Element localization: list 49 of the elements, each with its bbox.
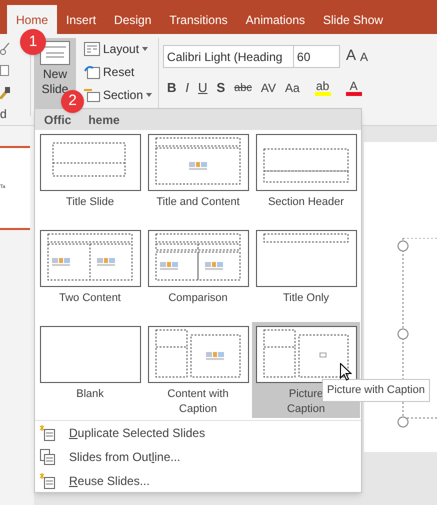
- slides-icon: [39, 425, 55, 441]
- brush-icon[interactable]: [0, 87, 10, 99]
- font-size-field[interactable]: 60: [294, 45, 340, 68]
- slide-icon: [40, 41, 70, 65]
- section-icon: [84, 88, 100, 102]
- ribbon-tab[interactable]: Design: [105, 5, 160, 34]
- cursor-icon: [340, 363, 352, 381]
- menu-item[interactable]: Duplicate Selected Slides: [35, 421, 361, 445]
- tooltip: Picture with Caption: [322, 379, 430, 402]
- reset-icon: [84, 64, 100, 78]
- layout-option[interactable]: Title and Content: [144, 130, 252, 226]
- format-button[interactable]: I: [185, 78, 190, 98]
- ribbon-tab[interactable]: Transitions: [160, 5, 237, 34]
- layout-option[interactable]: Section Header: [252, 130, 360, 226]
- ribbon-button[interactable]: Reset: [84, 62, 152, 81]
- ribbon-tab[interactable]: Animations: [236, 5, 314, 34]
- layout-option[interactable]: Two Content: [36, 226, 144, 322]
- ribbon-tab[interactable]: Home: [7, 5, 58, 34]
- ribbon-tab[interactable]: Slide Show: [314, 5, 392, 34]
- layout-option[interactable]: Title Slide: [36, 130, 144, 226]
- format-button[interactable]: AV: [260, 78, 276, 97]
- format-button[interactable]: B: [167, 78, 176, 98]
- slides-icon: [39, 473, 55, 489]
- menu-item[interactable]: Slides from Outline...: [35, 445, 361, 469]
- format-button[interactable]: abc: [234, 80, 252, 96]
- scissors-icon[interactable]: [0, 42, 10, 56]
- copy-icon[interactable]: [0, 65, 12, 77]
- font-name-field[interactable]: Calibri Light (Heading: [163, 45, 294, 68]
- caret-icon: [146, 92, 152, 96]
- font-color-button[interactable]: A: [346, 80, 362, 96]
- layout-icon: [84, 42, 100, 56]
- slides-icon: [39, 449, 55, 465]
- format-button[interactable]: U: [198, 78, 208, 98]
- gallery-header: Offic heme: [35, 109, 361, 130]
- ribbon-button[interactable]: Section: [84, 85, 152, 104]
- layout-option[interactable]: Comparison: [144, 226, 252, 322]
- menu-item[interactable]: Reuse Slides...: [35, 469, 361, 493]
- ribbon-button[interactable]: Layout: [84, 39, 152, 58]
- layout-option[interactable]: Title Only: [252, 226, 360, 322]
- highlight-button[interactable]: ab: [314, 80, 331, 96]
- layout-option[interactable]: Blank: [36, 322, 144, 418]
- ribbon-tab[interactable]: Insert: [57, 5, 106, 34]
- format-button[interactable]: S: [216, 78, 226, 98]
- caret-icon: [142, 46, 148, 50]
- format-button[interactable]: Aa: [284, 78, 300, 97]
- font-size-button[interactable]: A: [360, 48, 368, 66]
- layout-option[interactable]: Content with Caption: [144, 322, 252, 418]
- font-size-button[interactable]: A: [346, 45, 356, 68]
- group-label: d: [0, 106, 7, 123]
